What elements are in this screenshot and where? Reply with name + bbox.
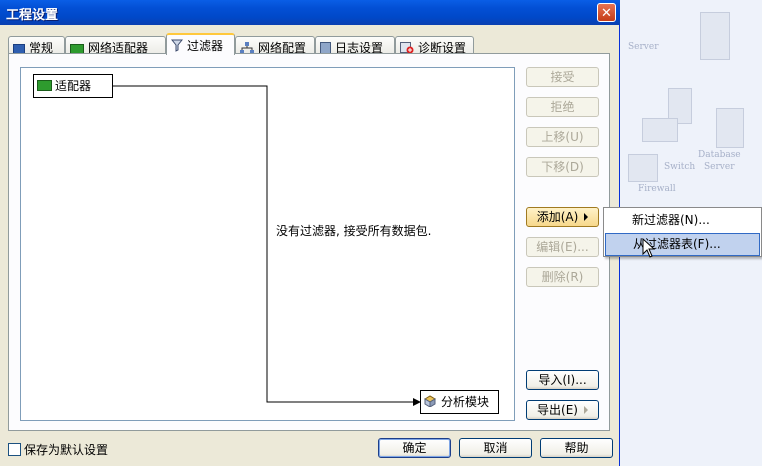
ok-button[interactable]: 确定: [378, 438, 451, 458]
server-icon: [700, 12, 730, 60]
submenu-arrow-icon: [584, 213, 589, 221]
move-down-button[interactable]: 下移(D): [526, 157, 599, 177]
window-title: 工程设置: [6, 8, 59, 23]
move-up-button[interactable]: 上移(U): [526, 127, 599, 147]
accept-button[interactable]: 接受: [526, 67, 599, 87]
filter-flow-canvas: [20, 67, 515, 421]
analysis-module-node[interactable]: 分析模块: [420, 390, 499, 414]
add-button-label: 添加(A): [536, 210, 579, 224]
tab-network-config[interactable]: 网络配置: [235, 36, 315, 55]
add-button[interactable]: 添加(A): [526, 207, 599, 227]
firewall-icon: [628, 154, 658, 182]
import-button[interactable]: 导入(I)...: [526, 370, 599, 390]
diagram-label-database: Database: [698, 150, 741, 160]
tab-diagnostic-settings[interactable]: 诊断设置: [395, 36, 474, 55]
menu-item-new-filter[interactable]: 新过滤器(N)...: [605, 209, 760, 232]
save-default-label: 保存为默认设置: [24, 443, 109, 457]
delete-button[interactable]: 删除(R): [526, 267, 599, 287]
tab-filter-label: 过滤器: [187, 39, 224, 53]
adapter-node[interactable]: 适配器: [33, 74, 113, 98]
diagram-label-firewall: Firewall: [638, 184, 676, 194]
adapter-node-label: 适配器: [55, 79, 92, 93]
help-button[interactable]: 帮助: [540, 438, 613, 458]
edit-button[interactable]: 编辑(E)...: [526, 237, 599, 257]
tab-general[interactable]: 常规: [8, 36, 65, 55]
analysis-module-label: 分析模块: [441, 395, 490, 409]
mouse-cursor-icon: [642, 238, 656, 258]
no-filter-message: 没有过滤器, 接受所有数据包.: [276, 224, 432, 238]
project-settings-dialog: 工程设置 ✕ 常规 网络适配器 过滤器 网络配置 日志设置 诊断设置 适配器 没…: [0, 0, 620, 466]
menu-item-from-filter-table[interactable]: 从过滤器表(F)...: [605, 233, 760, 256]
flow-connector: [113, 85, 421, 406]
add-dropdown-menu: 新过滤器(N)... 从过滤器表(F)...: [603, 207, 762, 257]
submenu-arrow-icon: [583, 406, 588, 414]
export-button[interactable]: 导出(E): [526, 400, 599, 420]
database-server-icon: [716, 108, 744, 148]
diagram-label-db-server: Server: [704, 162, 735, 172]
tab-filter[interactable]: 过滤器: [166, 33, 235, 55]
tab-network-adapter[interactable]: 网络适配器: [65, 36, 166, 55]
cancel-button[interactable]: 取消: [459, 438, 532, 458]
switch-icon: [642, 118, 678, 142]
reject-button[interactable]: 拒绝: [526, 97, 599, 117]
diagram-label-switch: Switch: [664, 162, 696, 172]
tab-log-settings[interactable]: 日志设置: [315, 36, 395, 55]
network-adapter-icon: [37, 80, 52, 91]
diagram-label-server: Server: [628, 42, 659, 52]
export-button-label: 导出(E): [537, 403, 578, 417]
title-bar[interactable]: 工程设置 ✕: [0, 0, 620, 25]
analysis-module-icon: [424, 392, 438, 408]
filter-icon: [170, 39, 184, 52]
close-button[interactable]: ✕: [597, 3, 616, 22]
save-default-checkbox[interactable]: [8, 443, 21, 456]
